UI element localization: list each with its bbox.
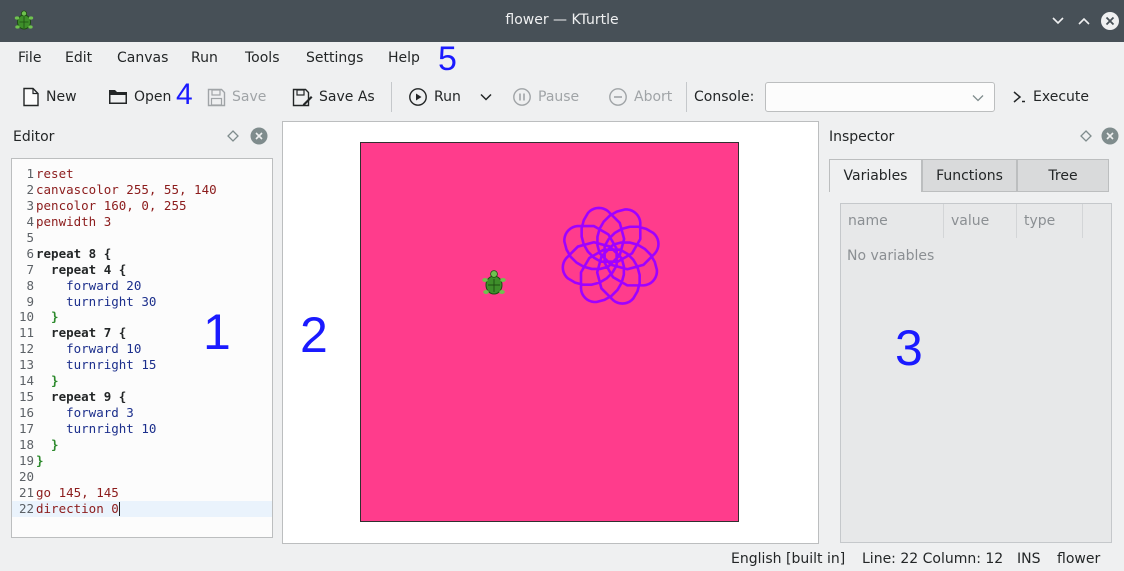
code-line[interactable]: 18 } <box>12 437 272 453</box>
save-as-icon <box>292 88 313 106</box>
menu-edit[interactable]: Edit <box>65 50 92 66</box>
new-button[interactable]: New <box>22 84 77 110</box>
code-line[interactable]: 14 } <box>12 373 272 389</box>
code-line[interactable]: 6 repeat 8 { <box>12 246 272 262</box>
pause-button[interactable]: Pause <box>512 84 579 110</box>
close-window-button[interactable] <box>1100 11 1120 31</box>
status-mode: INS <box>1017 551 1041 567</box>
save-label: Save <box>232 89 267 105</box>
code-line-current[interactable]: 22 direction 0 <box>12 500 272 517</box>
code-lines[interactable]: 1 reset 2 canvascolor 255, 55, 140 3 pencol… <box>12 166 272 517</box>
run-speed-dropdown[interactable] <box>480 84 498 110</box>
code-line[interactable]: 10 } <box>12 309 272 325</box>
menu-run[interactable]: Run <box>191 50 218 66</box>
flower-path <box>561 206 660 305</box>
text-cursor <box>118 502 120 517</box>
toolbar-separator <box>686 82 687 112</box>
menu-file[interactable]: File <box>18 50 41 66</box>
title-bar: flower — KTurtle <box>0 0 1124 42</box>
toolbar-separator <box>391 82 392 112</box>
new-label: New <box>46 89 77 105</box>
code-line[interactable]: 21 go 145, 145 <box>12 485 272 501</box>
play-icon <box>409 88 427 106</box>
execute-button[interactable]: Execute <box>1011 84 1089 110</box>
run-button[interactable]: Run <box>408 84 461 110</box>
float-dock-icon[interactable] <box>224 127 242 145</box>
close-icon[interactable] <box>250 127 268 145</box>
status-position: Line: 22 Column: 12 <box>862 551 1004 567</box>
menu-settings[interactable]: Settings <box>306 50 363 66</box>
code-line[interactable]: 1 reset <box>12 166 272 182</box>
turtle-sprite <box>482 270 506 295</box>
tab-variables[interactable]: Variables <box>829 159 922 192</box>
run-label: Run <box>434 89 461 105</box>
code-line[interactable]: 5 <box>12 230 272 246</box>
code-editor[interactable]: 1 reset 2 canvascolor 255, 55, 140 3 pencol… <box>11 158 273 538</box>
save-button[interactable]: Save <box>207 84 266 110</box>
menu-tools[interactable]: Tools <box>245 50 280 66</box>
annotation-5: 5 <box>438 40 457 78</box>
window-title: flower — KTurtle <box>505 12 619 28</box>
code-line[interactable]: 7 repeat 4 { <box>12 262 272 278</box>
new-document-icon <box>23 87 39 107</box>
code-line[interactable]: 12 forward 10 <box>12 341 272 357</box>
column-header-name[interactable]: name <box>841 204 944 238</box>
execute-label: Execute <box>1033 89 1089 105</box>
empty-variables-text: No variables <box>847 248 935 264</box>
code-line[interactable]: 20 <box>12 469 272 485</box>
console-label: Console: <box>694 89 755 105</box>
menu-bar: File Edit Canvas Run Tools Settings Help <box>0 42 1124 76</box>
close-icon <box>1101 12 1119 30</box>
tab-tree[interactable]: Tree <box>1017 159 1109 192</box>
console-input[interactable] <box>765 82 995 112</box>
abort-button[interactable]: Abort <box>608 84 672 110</box>
variables-table[interactable]: name value type No variables 3 <box>840 203 1112 543</box>
open-button[interactable]: Open <box>108 84 171 110</box>
open-label: Open <box>134 89 172 105</box>
status-language: English [built in] <box>731 551 846 567</box>
code-line[interactable]: 15 repeat 9 { <box>12 389 272 405</box>
column-header-value[interactable]: value <box>944 204 1017 238</box>
code-line[interactable]: 9 turnright 30 <box>12 294 272 310</box>
stop-icon <box>609 88 627 106</box>
code-line[interactable]: 13 turnright 15 <box>12 357 272 373</box>
drawing-canvas[interactable] <box>360 142 739 522</box>
annotation-2: 2 <box>300 307 328 363</box>
chevron-down-icon <box>480 93 492 101</box>
code-line[interactable]: 16 forward 3 <box>12 405 272 421</box>
annotation-3: 3 <box>895 320 923 376</box>
maximize-button[interactable] <box>1074 11 1094 31</box>
terminal-prompt-icon <box>1013 91 1025 103</box>
save-as-button[interactable]: Save As <box>292 84 375 110</box>
save-as-label: Save As <box>319 89 375 105</box>
code-line[interactable]: 3 pencolor 160, 0, 255 <box>12 198 272 214</box>
code-line[interactable]: 8 forward 20 <box>12 278 272 294</box>
annotation-1: 1 <box>203 304 231 360</box>
code-line[interactable]: 4 penwidth 3 <box>12 214 272 230</box>
annotation-4: 4 <box>176 78 193 111</box>
chevron-up-icon <box>1078 17 1090 25</box>
code-line[interactable]: 11 repeat 7 { <box>12 325 272 341</box>
minimize-button[interactable] <box>1048 11 1068 31</box>
code-line[interactable]: 2 canvascolor 255, 55, 140 <box>12 182 272 198</box>
flower-drawing <box>482 206 660 305</box>
menu-help[interactable]: Help <box>388 50 420 66</box>
abort-label: Abort <box>634 89 673 105</box>
save-icon <box>207 88 226 106</box>
status-file: flower <box>1057 551 1101 567</box>
pause-label: Pause <box>538 89 580 105</box>
menu-canvas[interactable]: Canvas <box>117 50 168 66</box>
code-line[interactable]: 19} <box>12 453 272 469</box>
chevron-down-icon[interactable] <box>972 94 984 102</box>
chevron-down-icon <box>1052 17 1064 25</box>
pause-icon <box>513 88 531 106</box>
editor-dock-title: Editor <box>13 129 55 145</box>
tab-functions[interactable]: Functions <box>922 159 1017 192</box>
folder-open-icon <box>109 90 127 104</box>
column-header-type[interactable]: type <box>1017 204 1083 238</box>
code-line[interactable]: 17 turnright 10 <box>12 421 272 437</box>
